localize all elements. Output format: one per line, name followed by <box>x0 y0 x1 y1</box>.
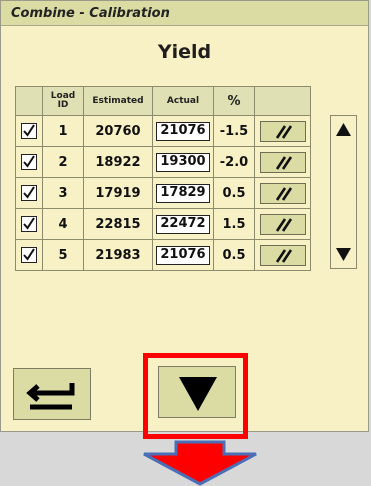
table-row: 3 17919 17829 0.5 <box>15 177 311 209</box>
header-check <box>15 86 43 116</box>
header-actual: Actual <box>152 86 214 116</box>
table-row: 4 22815 22472 1.5 <box>15 208 311 240</box>
edit-slash-icon <box>275 217 292 232</box>
estimated-value: 21983 <box>83 239 153 271</box>
edit-cell <box>254 177 311 209</box>
edit-cell <box>254 239 311 271</box>
back-button[interactable] <box>13 368 91 420</box>
row-check-cell <box>15 208 43 240</box>
edit-button[interactable] <box>259 213 306 235</box>
header-load-id: Load ID <box>42 86 84 116</box>
actual-cell: 17829 <box>152 177 214 209</box>
actual-cell: 22472 <box>152 208 214 240</box>
actual-cell: 21076 <box>152 115 214 147</box>
edit-button[interactable] <box>259 120 306 142</box>
header-load-id-line2: ID <box>57 100 69 110</box>
row-check-cell <box>15 115 43 147</box>
checkmark-icon <box>23 186 35 199</box>
header-percent: % <box>213 86 255 116</box>
checkmark-icon <box>23 248 35 261</box>
row-check-cell <box>15 239 43 271</box>
actual-cell: 19300 <box>152 146 214 178</box>
percent-value: -2.0 <box>213 146 255 178</box>
edit-slash-icon <box>275 186 292 201</box>
checkmark-icon <box>23 124 35 137</box>
actual-value-field[interactable]: 22472 <box>156 214 210 234</box>
table-row: 5 21983 21076 0.5 <box>15 239 311 271</box>
scrollbar[interactable] <box>330 115 357 269</box>
load-checkbox[interactable] <box>21 123 37 139</box>
edit-cell <box>254 115 311 147</box>
actual-value-field[interactable]: 19300 <box>156 152 210 172</box>
load-id: 4 <box>42 208 84 240</box>
edit-button[interactable] <box>259 244 306 266</box>
triangle-up-icon[interactable] <box>333 119 354 140</box>
checkmark-icon <box>23 155 35 168</box>
actual-cell: 21076 <box>152 239 214 271</box>
edit-cell <box>254 208 311 240</box>
percent-value: 0.5 <box>213 177 255 209</box>
edit-button[interactable] <box>259 182 306 204</box>
load-checkbox[interactable] <box>21 154 37 170</box>
percent-value: 0.5 <box>213 239 255 271</box>
estimated-value: 18922 <box>83 146 153 178</box>
load-checkbox[interactable] <box>21 185 37 201</box>
load-checkbox[interactable] <box>21 216 37 232</box>
page-title: Yield <box>157 41 212 63</box>
yield-table: Load ID Estimated Actual % 1 20760 21076 <box>15 86 311 271</box>
load-id: 3 <box>42 177 84 209</box>
highlight-box <box>143 353 248 439</box>
row-check-cell <box>15 177 43 209</box>
edit-cell <box>254 146 311 178</box>
actual-value-field[interactable]: 21076 <box>156 121 210 141</box>
table-row: 2 18922 19300 -2.0 <box>15 146 311 178</box>
edit-slash-icon <box>275 124 292 139</box>
edit-slash-icon <box>275 155 292 170</box>
estimated-value: 17919 <box>83 177 153 209</box>
edit-slash-icon <box>275 248 292 263</box>
window-title: Combine - Calibration <box>1 1 368 26</box>
load-id: 5 <box>42 239 84 271</box>
load-id: 1 <box>42 115 84 147</box>
actual-value-field[interactable]: 17829 <box>156 183 210 203</box>
percent-value: -1.5 <box>213 115 255 147</box>
actual-value-field[interactable]: 21076 <box>156 245 210 265</box>
estimated-value: 22815 <box>83 208 153 240</box>
triangle-down-icon[interactable] <box>333 244 354 265</box>
checkmark-icon <box>23 217 35 230</box>
load-checkbox[interactable] <box>21 247 37 263</box>
row-check-cell <box>15 146 43 178</box>
edit-button[interactable] <box>259 151 306 173</box>
blue-down-arrow-icon <box>143 440 257 486</box>
estimated-value: 20760 <box>83 115 153 147</box>
header-edit <box>254 86 311 116</box>
back-arrow-icon <box>26 383 75 410</box>
header-estimated: Estimated <box>83 86 153 116</box>
load-id: 2 <box>42 146 84 178</box>
table-header-row: Load ID Estimated Actual % <box>15 86 311 116</box>
percent-value: 1.5 <box>213 208 255 240</box>
table-row: 1 20760 21076 -1.5 <box>15 115 311 147</box>
